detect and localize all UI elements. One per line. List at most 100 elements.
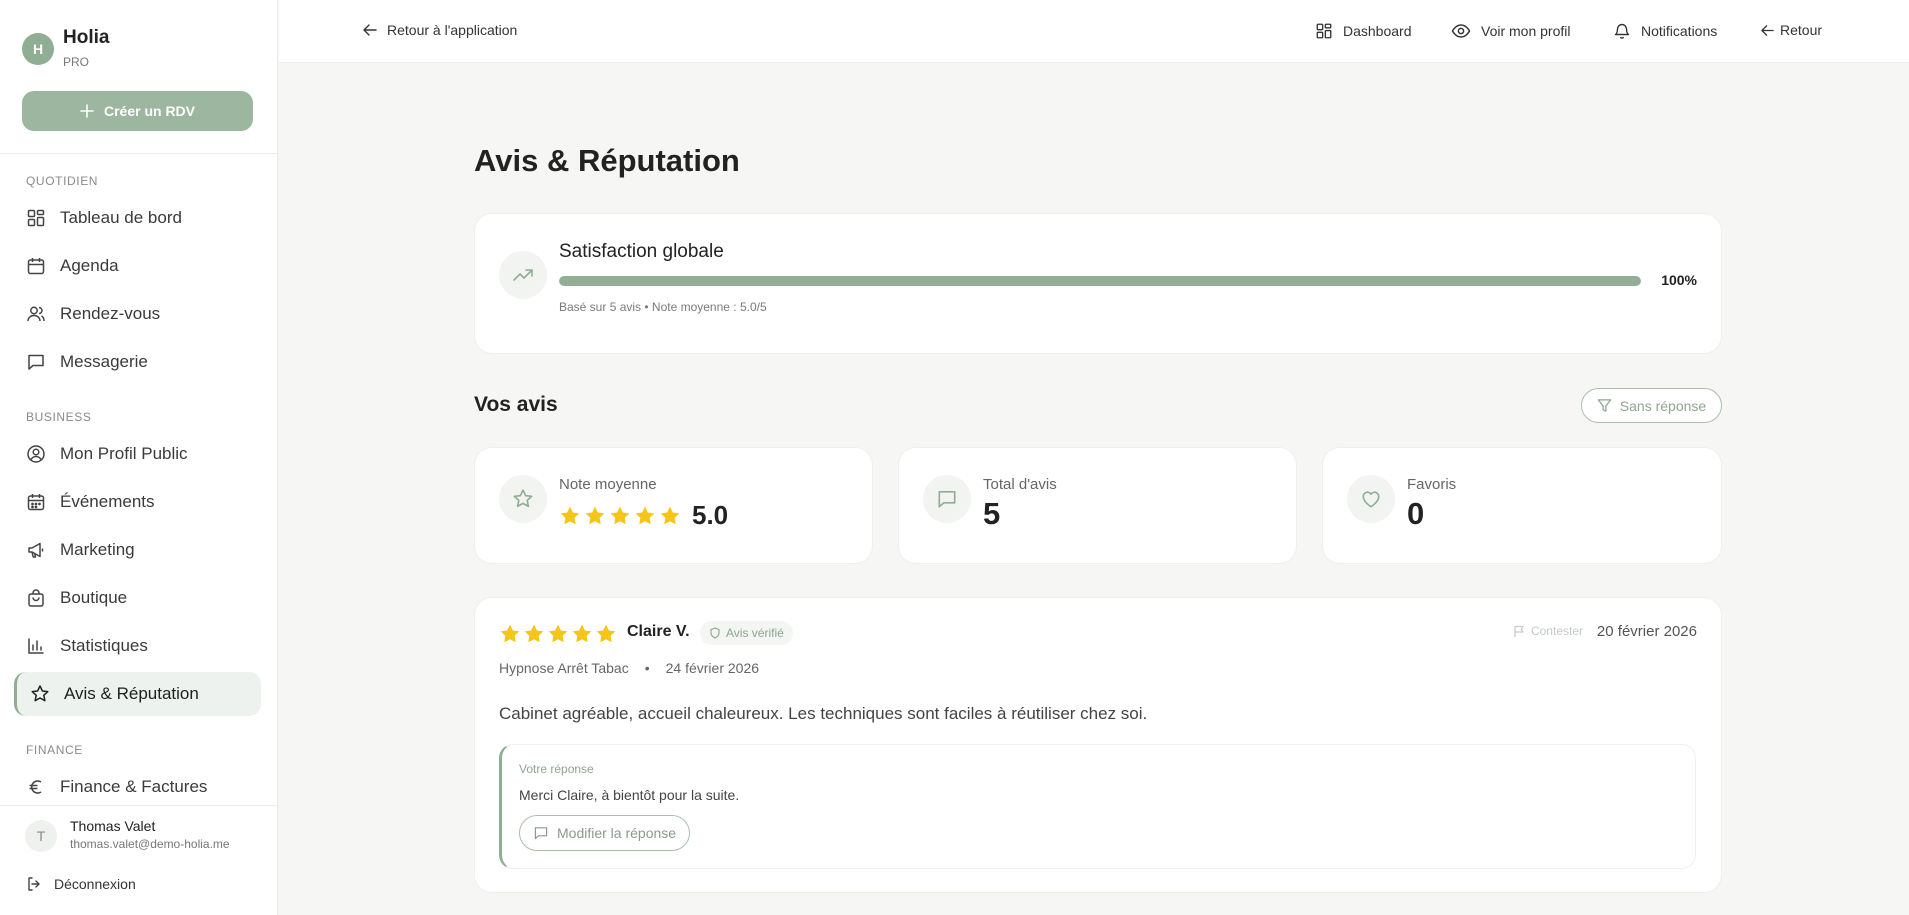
topnav-label: Dashboard (1343, 23, 1412, 39)
review-card: Claire V. Avis vérifié Contester 20 févr… (474, 597, 1722, 893)
sidebar-item-label: Tableau de bord (60, 208, 182, 227)
topnav-view-profile[interactable]: Voir mon profil (1451, 22, 1570, 40)
avatar[interactable]: T (25, 820, 57, 852)
user-circle-icon (26, 444, 46, 464)
eye-icon (1451, 22, 1471, 40)
stat-label: Note moyenne (559, 476, 657, 493)
stat-card-average: Note moyenne 5.0 (474, 447, 873, 564)
sidebar-item-appointments[interactable]: Rendez-vous (14, 292, 261, 336)
logout-button[interactable]: Déconnexion (26, 876, 136, 892)
sidebar-item-reviews[interactable]: Avis & Réputation (14, 672, 261, 716)
reviews-section-title: Vos avis (474, 393, 558, 416)
sidebar-item-dashboard[interactable]: Tableau de bord (14, 196, 261, 240)
sidebar-item-marketing[interactable]: Marketing (14, 528, 261, 572)
sidebar-item-label: Finance & Factures (60, 777, 208, 796)
average-rating: 5.0 (559, 500, 728, 531)
sidebar-item-label: Mon Profil Public (60, 444, 188, 463)
sidebar-item-messages[interactable]: Messagerie (14, 340, 261, 384)
star-filled-icon (634, 505, 656, 527)
topnav-back[interactable]: Retour (1761, 22, 1822, 38)
divider (0, 153, 277, 154)
reply-label: Votre réponse (519, 762, 594, 776)
review-date: 20 février 2026 (1596, 623, 1697, 640)
satisfaction-progress-bar (559, 276, 1641, 286)
stat-label: Favoris (1407, 476, 1457, 493)
sidebar-item-finance[interactable]: Finance & Factures (14, 765, 261, 809)
topnav-notifications[interactable]: Notifications (1613, 22, 1717, 40)
euro-icon (26, 777, 46, 797)
sidebar-footer: T Thomas Valet thomas.valet@demo-holia.m… (0, 805, 277, 915)
megaphone-icon (26, 540, 46, 560)
sidebar-item-label: Boutique (60, 588, 128, 607)
brand[interactable]: H Holia PRO (22, 26, 109, 70)
arrow-left-icon (363, 23, 377, 37)
topnav-label: Retour (1780, 22, 1823, 38)
sidebar-item-events[interactable]: Événements (14, 480, 261, 524)
sidebar-item-public-profile[interactable]: Mon Profil Public (14, 432, 261, 476)
sidebar-item-label: Événements (60, 492, 155, 511)
edit-reply-button[interactable]: Modifier la réponse (519, 815, 691, 851)
users-icon (26, 304, 46, 324)
bar-chart-icon (26, 636, 46, 656)
star-filled-icon (595, 623, 617, 645)
topnav-dashboard[interactable]: Dashboard (1315, 22, 1412, 40)
heart-icon (1347, 475, 1395, 523)
star-filled-icon (523, 623, 545, 645)
meta-separator: • (644, 660, 650, 676)
brand-plan: PRO (63, 55, 90, 69)
flag-icon (1513, 625, 1526, 638)
filter-label: Sans réponse (1619, 397, 1707, 414)
section-label-business: BUSINESS (26, 410, 92, 424)
back-to-app-link[interactable]: Retour à l'application (363, 22, 517, 38)
section-label-finance: FINANCE (26, 743, 83, 757)
sidebar-item-statistics[interactable]: Statistiques (14, 624, 261, 668)
satisfaction-subtitle: Basé sur 5 avis • Note moyenne : 5.0/5 (559, 300, 767, 314)
stat-label: Total d'avis (983, 476, 1057, 493)
shield-icon (709, 627, 721, 639)
star-filled-icon (659, 505, 681, 527)
grid-icon (1315, 22, 1333, 40)
topnav-label: Notifications (1641, 23, 1718, 39)
contest-label: Contester (1530, 624, 1583, 638)
review-meta: Hypnose Arrêt Tabac • 24 février 2026 (499, 660, 759, 676)
calendar-icon (26, 256, 46, 276)
contest-button[interactable]: Contester (1513, 624, 1583, 638)
section-label-daily: QUOTIDIEN (26, 174, 99, 188)
review-rating (499, 623, 617, 645)
verified-label: Avis vérifié (726, 626, 784, 640)
sidebar-item-label: Avis & Réputation (64, 684, 199, 703)
sidebar-item-label: Statistiques (60, 636, 148, 655)
sidebar-item-agenda[interactable]: Agenda (14, 244, 261, 288)
sidebar-item-shop[interactable]: Boutique (14, 576, 261, 620)
favorites-value: 0 (1407, 496, 1425, 531)
calendar-days-icon (26, 492, 46, 512)
plus-icon (80, 104, 94, 118)
sidebar-item-label: Messagerie (60, 352, 148, 371)
satisfaction-progress-fill (559, 276, 1641, 286)
stat-card-favorites: Favoris 0 (1322, 447, 1722, 564)
brand-name: Holia (63, 27, 110, 48)
create-appointment-label: Créer un RDV (103, 103, 196, 119)
sidebar-item-label: Agenda (60, 256, 119, 275)
star-filled-icon (584, 505, 606, 527)
page-title: Avis & Réputation (474, 143, 740, 178)
create-appointment-button[interactable]: Créer un RDV (22, 91, 253, 131)
star-filled-icon (547, 623, 569, 645)
shopping-bag-icon (26, 588, 46, 608)
top-bar: Retour à l'application Dashboard Voir mo… (279, 0, 1909, 63)
filter-unanswered-button[interactable]: Sans réponse (1581, 388, 1722, 423)
filter-icon (1597, 398, 1612, 413)
brand-logo: H (22, 33, 54, 65)
message-icon (26, 352, 46, 372)
back-to-app-label: Retour à l'application (387, 22, 518, 38)
star-filled-icon (609, 505, 631, 527)
message-icon (923, 475, 971, 523)
arrow-left-icon (1761, 24, 1774, 37)
logout-label: Déconnexion (54, 876, 136, 892)
message-icon (533, 825, 549, 841)
total-reviews-value: 5 (983, 496, 1001, 531)
reviewer-name: Claire V. (627, 623, 690, 640)
satisfaction-card: Satisfaction globale 100% Basé sur 5 avi… (474, 213, 1722, 354)
star-icon (30, 684, 50, 704)
verified-badge: Avis vérifié (700, 621, 793, 645)
